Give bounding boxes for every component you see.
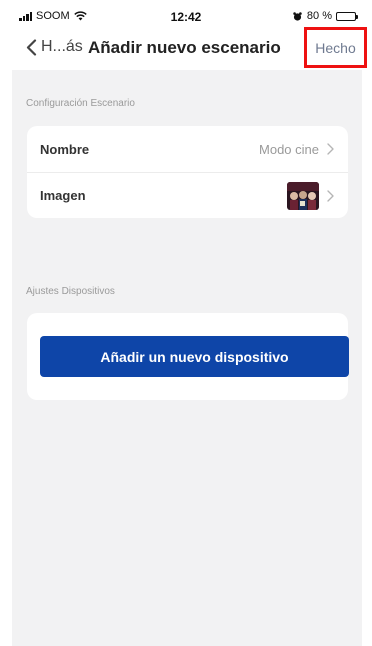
name-row[interactable]: Nombre Modo cine: [27, 126, 348, 172]
section-label-configuration: Configuración Escenario: [26, 98, 135, 109]
battery-icon: [336, 11, 358, 21]
chevron-left-icon: [26, 38, 37, 56]
battery-percent: 80 %: [306, 10, 332, 22]
add-device-button[interactable]: Añadir un nuevo dispositivo: [40, 336, 349, 377]
done-button[interactable]: Hecho: [304, 27, 367, 68]
done-label: Hecho: [315, 39, 356, 56]
chevron-right-icon: [327, 143, 334, 155]
page-title: Añadir nuevo escenario: [88, 38, 281, 57]
alarm-icon: [293, 11, 302, 21]
content-area: Configuración Escenario Nombre Modo cine…: [12, 70, 362, 646]
name-label: Nombre: [40, 141, 90, 157]
section-label-devices: Ajustes Dispositivos: [26, 286, 115, 297]
image-label: Imagen: [40, 188, 86, 203]
scene-thumbnail-image: [287, 181, 319, 210]
configuration-card: Nombre Modo cine Imagen: [27, 126, 348, 218]
image-row[interactable]: Imagen: [27, 172, 348, 218]
chevron-right-icon: [327, 189, 334, 202]
back-button[interactable]: H...ás: [26, 38, 83, 56]
add-device-label: Añadir un nuevo dispositivo: [100, 348, 289, 365]
devices-card: Añadir un nuevo dispositivo: [27, 313, 349, 400]
name-value: Modo cine: [259, 141, 319, 157]
status-bar: SOOM 12:42 80 %: [0, 0, 372, 30]
back-label: H...ás: [41, 38, 83, 55]
navigation-bar: H...ás Añadir nuevo escenario Hecho: [0, 27, 372, 70]
status-right: 80 %: [293, 10, 358, 22]
